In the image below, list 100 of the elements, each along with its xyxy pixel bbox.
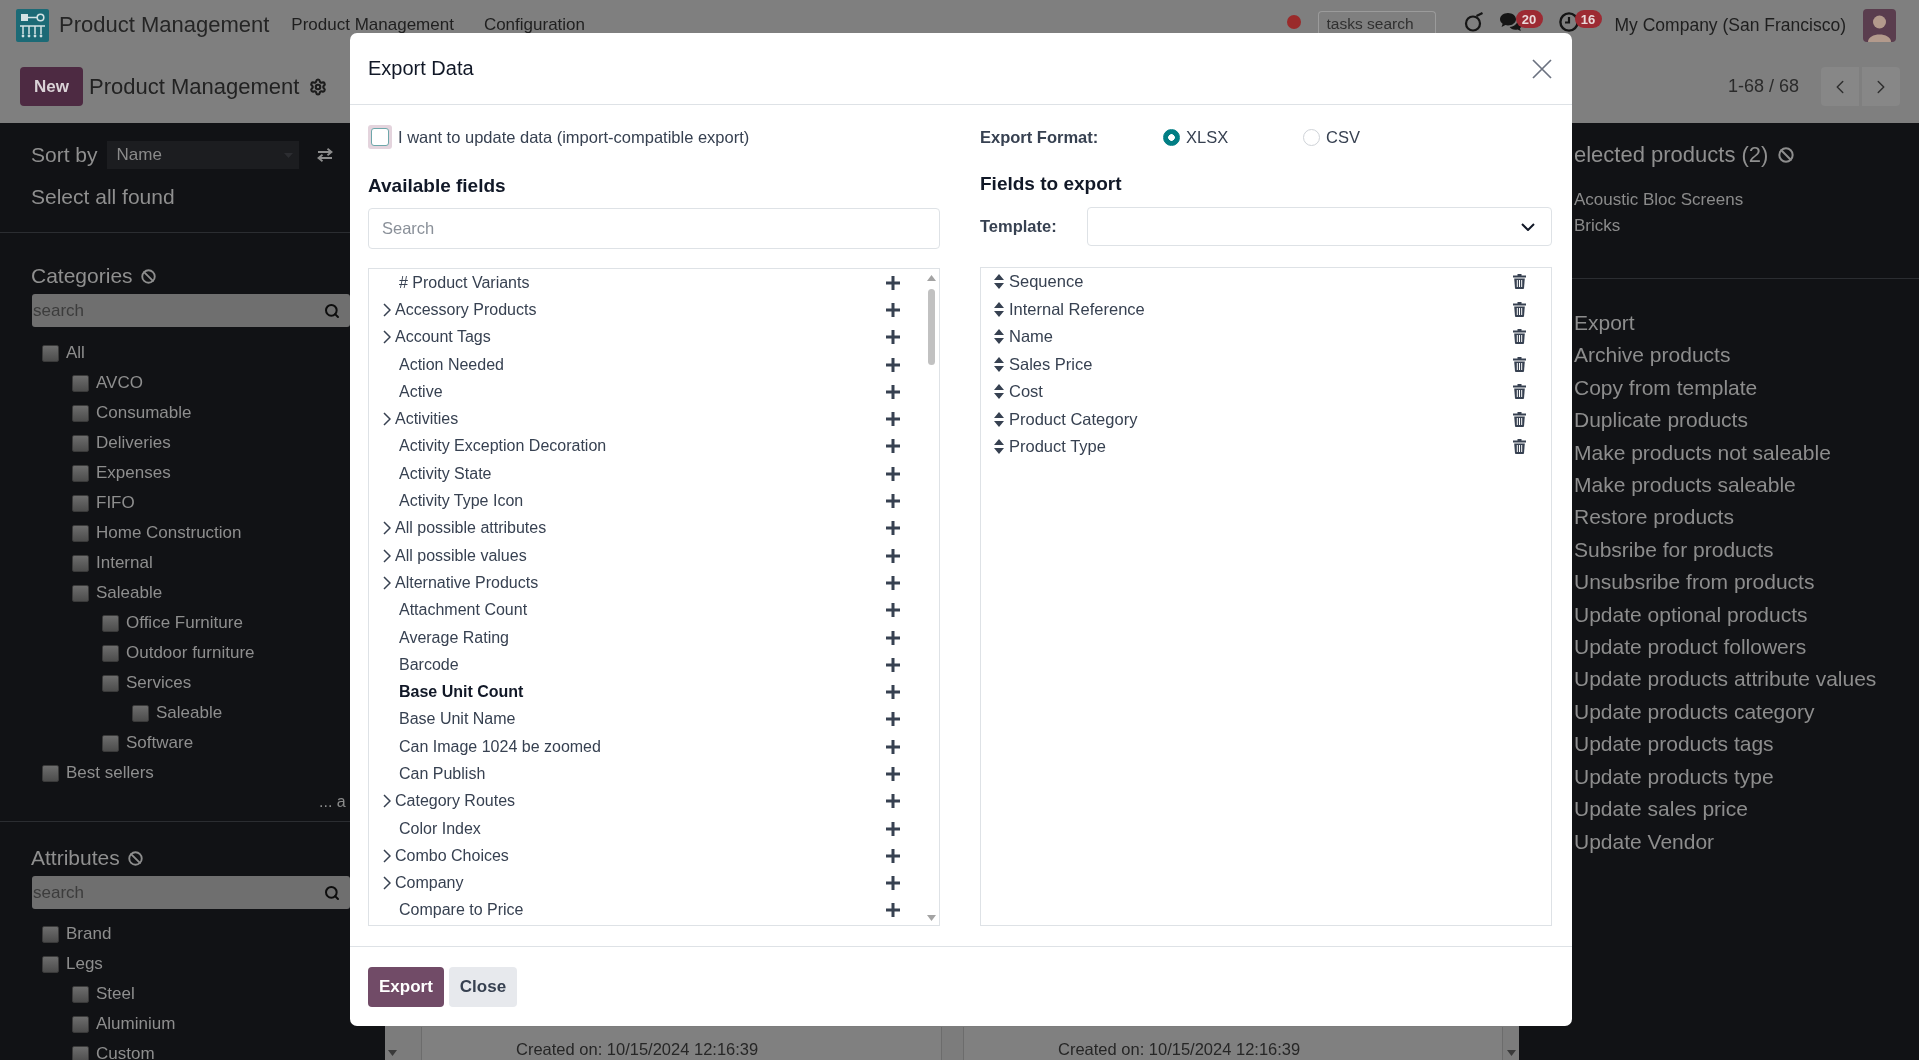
chevron-right-icon[interactable] — [383, 521, 391, 536]
menu-item[interactable]: Configuration — [483, 16, 585, 33]
category-label[interactable]: FIFO — [96, 493, 135, 513]
search-field[interactable]: tasks search — [1317, 11, 1436, 33]
trash-icon[interactable] — [1513, 329, 1526, 345]
field-name[interactable]: Category Routes — [395, 792, 516, 811]
plus-icon[interactable] — [886, 302, 900, 317]
category-label[interactable]: Services — [126, 673, 192, 693]
checkbox[interactable] — [132, 704, 149, 722]
gear-icon[interactable] — [309, 77, 328, 96]
field-name[interactable]: All possible values — [395, 546, 527, 565]
sort-handle-icon[interactable] — [994, 274, 1004, 290]
plus-icon[interactable] — [886, 466, 900, 481]
checkbox[interactable] — [102, 644, 119, 662]
action-link[interactable]: Make products saleable — [1574, 469, 1796, 502]
field-name[interactable]: Accessory Products — [395, 300, 537, 319]
sort-handle-icon[interactable] — [994, 439, 1004, 455]
chevron-right-icon[interactable] — [383, 548, 391, 563]
action-link[interactable]: Update product followers — [1574, 631, 1807, 664]
category-label[interactable]: Deliveries — [96, 433, 171, 453]
plus-icon[interactable] — [886, 439, 900, 454]
sort-handle-icon[interactable] — [994, 301, 1004, 317]
logo-icon[interactable] — [16, 8, 49, 42]
trash-icon[interactable] — [1513, 439, 1526, 455]
field-name[interactable]: Base Unit Count — [399, 683, 524, 702]
plus-icon[interactable] — [886, 357, 900, 372]
field-name[interactable]: Activity Exception Decoration — [399, 437, 607, 456]
plus-icon[interactable] — [886, 712, 900, 727]
action-link[interactable]: Make products not saleable — [1574, 436, 1831, 470]
plus-icon[interactable] — [886, 685, 900, 700]
field-name[interactable]: Barcode — [399, 655, 459, 674]
close-icon[interactable] — [1532, 58, 1552, 79]
field-name[interactable]: Attachment Count — [399, 601, 528, 620]
plus-icon[interactable] — [886, 657, 900, 672]
field-name[interactable]: Color Index — [399, 819, 481, 838]
category-label[interactable]: Internal — [96, 553, 153, 573]
action-link[interactable]: Copy from template — [1574, 371, 1758, 405]
plus-icon[interactable] — [886, 603, 900, 618]
trash-icon[interactable] — [1513, 356, 1526, 372]
category-label[interactable]: Software — [126, 733, 194, 753]
sort-handle-icon[interactable] — [994, 329, 1004, 345]
field-name[interactable]: Can Publish — [399, 765, 486, 783]
category-label[interactable]: Home Construction — [96, 523, 242, 543]
plus-icon[interactable] — [886, 876, 900, 891]
action-link[interactable]: Archive products — [1574, 339, 1731, 372]
action-link[interactable]: Update Vendor — [1574, 825, 1715, 858]
action-link[interactable]: Update products tags — [1574, 728, 1774, 761]
more-link[interactable]: ... a — [319, 793, 346, 811]
checkbox[interactable] — [72, 374, 89, 392]
radio-label[interactable]: XLSX — [1186, 127, 1229, 147]
category-label[interactable]: Saleable — [156, 703, 223, 723]
circle-slash-icon[interactable] — [140, 268, 156, 284]
field-name[interactable]: All possible attributes — [395, 519, 547, 538]
category-label[interactable]: Saleable — [96, 583, 163, 603]
chevron-right-icon[interactable] — [383, 794, 391, 809]
trash-icon[interactable] — [1513, 274, 1526, 290]
plus-icon[interactable] — [886, 848, 900, 863]
checkbox[interactable] — [72, 524, 89, 542]
chevron-right-icon[interactable] — [383, 575, 391, 590]
plus-icon[interactable] — [886, 494, 900, 508]
field-name[interactable]: Active — [399, 382, 443, 401]
scroll-down-arrow-icon[interactable] — [1507, 1050, 1516, 1056]
plus-icon[interactable] — [886, 821, 900, 836]
field-name[interactable]: # Product Variants — [399, 273, 530, 292]
checkbox[interactable] — [42, 955, 59, 973]
scroll-down-arrow-icon[interactable] — [388, 1050, 397, 1056]
sort-handle-icon[interactable] — [994, 384, 1004, 400]
category-label[interactable]: Best sellers — [66, 763, 154, 783]
search-icon[interactable] — [324, 302, 340, 319]
attribute-label[interactable]: Legs — [66, 954, 103, 974]
checkbox[interactable] — [42, 925, 59, 943]
checkbox[interactable] — [42, 764, 59, 782]
checkbox[interactable] — [102, 614, 119, 632]
field-name[interactable]: Activities — [395, 410, 459, 429]
breadcrumb[interactable]: Product Management — [88, 73, 300, 100]
field-name[interactable]: Activity Type Icon — [399, 492, 524, 510]
sort-handle-icon[interactable] — [994, 356, 1004, 372]
field-name[interactable]: Compare to Price — [399, 901, 524, 920]
field-name[interactable]: Account Tags — [395, 328, 491, 347]
field-name[interactable]: Combo Choices — [395, 846, 509, 865]
plus-icon[interactable] — [886, 739, 900, 754]
plus-icon[interactable] — [886, 630, 900, 645]
plus-icon[interactable] — [886, 767, 900, 781]
attribute-label[interactable]: Steel — [96, 984, 135, 1004]
checkbox-label[interactable]: I want to update data (import-compatible export) — [398, 127, 750, 147]
chevron-right-icon[interactable] — [383, 876, 391, 891]
action-link[interactable]: Update products type — [1574, 760, 1774, 794]
new-button[interactable]: New — [20, 67, 83, 106]
category-label[interactable]: Expenses — [96, 463, 171, 483]
plus-icon[interactable] — [886, 575, 900, 590]
clock-icon[interactable] — [1558, 12, 1579, 32]
field-name[interactable]: Can Image 1024 be zoomed — [399, 737, 601, 756]
ring-icon[interactable] — [1463, 12, 1484, 32]
action-link[interactable]: Export — [1574, 307, 1635, 340]
radio-label[interactable]: CSV — [1326, 127, 1360, 147]
checkbox[interactable] — [72, 1015, 89, 1033]
checkbox[interactable] — [102, 674, 119, 692]
field-name[interactable]: Action Needed — [399, 355, 504, 374]
radio-button[interactable] — [1163, 128, 1180, 146]
circle-slash-icon[interactable] — [127, 850, 143, 866]
